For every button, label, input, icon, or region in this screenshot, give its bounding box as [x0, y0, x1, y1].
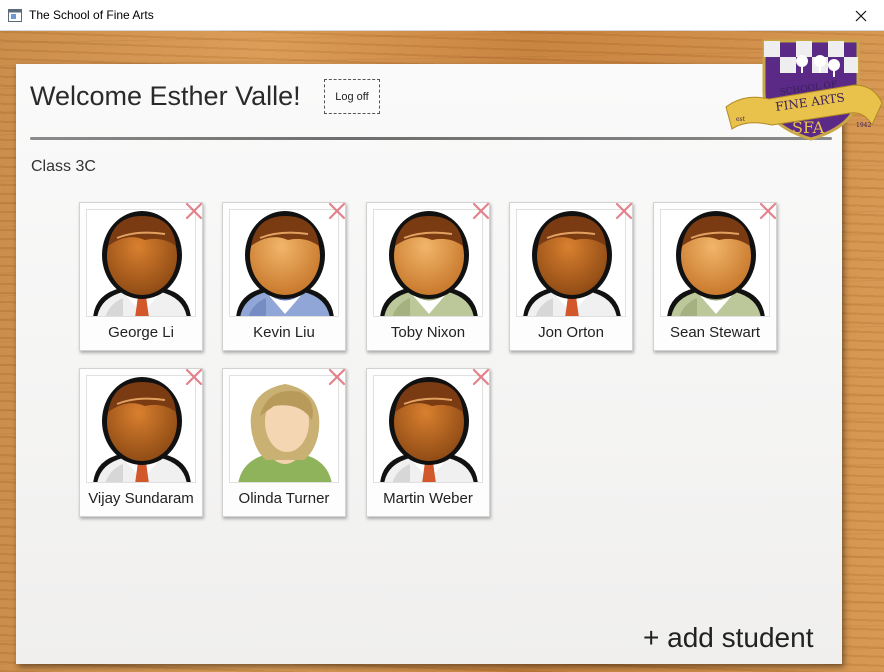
- remove-student-button[interactable]: [614, 201, 634, 221]
- remove-student-button[interactable]: [471, 367, 491, 387]
- crest-text-bottom: SFA: [792, 118, 825, 137]
- remove-student-button[interactable]: [184, 367, 204, 387]
- school-crest-logo: SCHOOL OF FINE ARTS SFA est 1942: [725, 39, 883, 141]
- student-card[interactable]: Jon Orton: [509, 202, 633, 351]
- app-icon: [8, 9, 22, 22]
- student-card[interactable]: Toby Nixon: [366, 202, 490, 351]
- remove-student-button[interactable]: [327, 367, 347, 387]
- student-card[interactable]: Kevin Liu: [222, 202, 346, 351]
- student-card[interactable]: Vijay Sundaram: [79, 368, 203, 517]
- remove-student-button[interactable]: [471, 201, 491, 221]
- remove-x-icon: [759, 202, 777, 220]
- student-name: Toby Nixon: [390, 324, 466, 341]
- remove-student-button[interactable]: [758, 201, 778, 221]
- student-card[interactable]: George Li: [79, 202, 203, 351]
- remove-x-icon: [328, 202, 346, 220]
- remove-student-button[interactable]: [327, 201, 347, 221]
- student-name: George Li: [108, 324, 174, 341]
- welcome-heading: Welcome Esther Valle!: [30, 81, 301, 111]
- student-avatar: [229, 375, 339, 483]
- close-icon: [855, 10, 867, 21]
- student-avatar: [229, 209, 339, 317]
- crest-ribbon-right: 1942: [856, 122, 871, 129]
- window-title: The School of Fine Arts: [29, 8, 154, 22]
- student-avatar: [516, 209, 626, 317]
- student-avatar: [373, 209, 483, 317]
- student-name: Sean Stewart: [669, 324, 761, 341]
- remove-student-button[interactable]: [184, 201, 204, 221]
- class-label: Class 3C: [31, 158, 96, 175]
- student-avatar: [86, 209, 196, 317]
- header-divider: [30, 137, 832, 140]
- window-titlebar: The School of Fine Arts: [0, 0, 884, 31]
- crest-ribbon-left: est: [736, 116, 746, 123]
- remove-x-icon: [472, 368, 490, 386]
- student-avatar: [660, 209, 770, 317]
- remove-x-icon: [472, 202, 490, 220]
- student-avatar: [86, 375, 196, 483]
- remove-x-icon: [328, 368, 346, 386]
- student-card[interactable]: Martin Weber: [366, 368, 490, 517]
- remove-x-icon: [615, 202, 633, 220]
- student-name: Vijay Sundaram: [88, 490, 194, 507]
- student-name: Olinda Turner: [238, 490, 330, 507]
- student-card[interactable]: Sean Stewart: [653, 202, 777, 351]
- student-avatar: [373, 375, 483, 483]
- remove-x-icon: [185, 202, 203, 220]
- remove-x-icon: [185, 368, 203, 386]
- student-card[interactable]: Olinda Turner: [222, 368, 346, 517]
- logoff-button[interactable]: Log off: [324, 79, 380, 114]
- paper-panel: [16, 64, 842, 664]
- student-name: Martin Weber: [383, 490, 473, 507]
- add-student-button[interactable]: + add student: [643, 622, 813, 654]
- close-button[interactable]: [838, 0, 884, 31]
- student-name: Kevin Liu: [253, 324, 315, 341]
- student-name: Jon Orton: [538, 324, 604, 341]
